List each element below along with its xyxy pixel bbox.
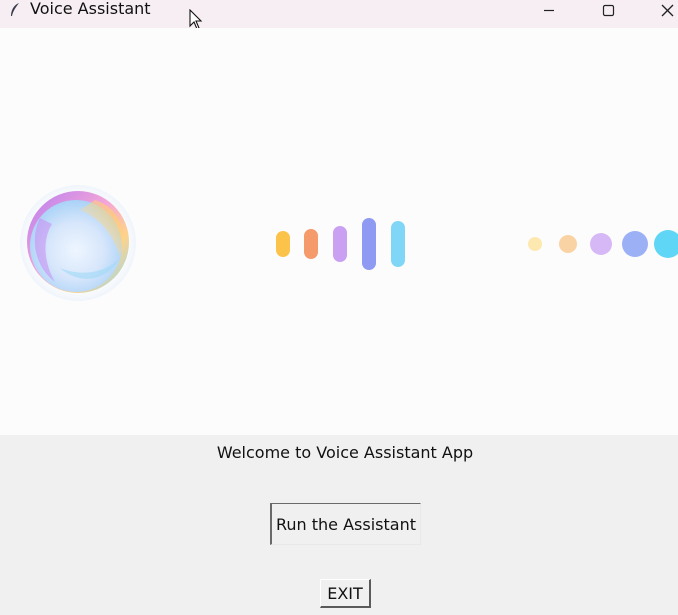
feather-icon <box>11 3 19 16</box>
banner-illustration <box>20 185 678 301</box>
exit-button[interactable]: EXIT <box>320 579 371 608</box>
voice-assistant-banner-image <box>0 28 678 435</box>
title-bar[interactable]: Voice Assistant <box>0 0 678 30</box>
minimize-button[interactable] <box>529 0 569 20</box>
listening-dot <box>559 235 577 253</box>
listening-dot <box>528 237 542 251</box>
listening-dot <box>622 231 648 257</box>
sound-wave-bar <box>304 229 318 259</box>
close-icon <box>661 4 673 16</box>
app-window: Voice Assistant Welcome to Voice Assista… <box>0 0 678 615</box>
window-title: Voice Assistant <box>30 0 151 18</box>
sound-wave-bar <box>333 226 347 262</box>
run-assistant-button[interactable]: Run the Assistant <box>270 503 421 545</box>
listening-dot <box>654 230 678 258</box>
welcome-label: Welcome to Voice Assistant App <box>216 443 474 462</box>
sound-wave-bar <box>362 218 376 270</box>
sound-wave-bars-icon <box>276 218 405 270</box>
maximize-icon <box>602 4 614 16</box>
voice-orb-icon <box>20 185 136 301</box>
sound-wave-bar <box>276 231 290 257</box>
listening-dot <box>590 233 612 255</box>
sound-wave-bar <box>391 221 405 267</box>
listening-dots-icon <box>528 230 678 258</box>
close-button[interactable] <box>647 0 678 20</box>
maximize-button[interactable] <box>588 0 628 20</box>
minimize-icon <box>544 9 554 12</box>
